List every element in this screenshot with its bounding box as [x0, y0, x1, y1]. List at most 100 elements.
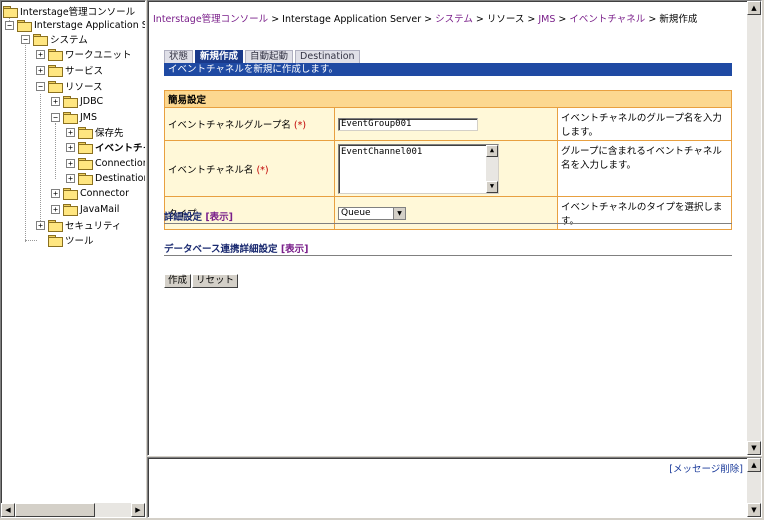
breadcrumb-separator: > [645, 14, 660, 25]
scroll-right-icon[interactable]: ▶ [131, 503, 145, 517]
group-name-hint: イベントチャネルのグループ名を入力します。 [557, 107, 732, 141]
required-mark: (*) [256, 164, 269, 176]
breadcrumb-server: Interstage Application Server [282, 14, 422, 25]
folder-icon [63, 112, 78, 124]
tree-item-label: システム [50, 35, 88, 46]
group-name-label-text: イベントチャネルグループ名 [168, 120, 291, 131]
tree-item-work-unit[interactable]: + ワークユニット [36, 47, 132, 61]
tree-item-label: Connector [80, 187, 129, 199]
db-settings-show-link[interactable]: [表示] [281, 244, 309, 255]
tree-item-console[interactable]: Interstage管理コンソール [3, 4, 135, 18]
folder-icon [78, 158, 93, 170]
tree-item-label: イベントチャネ [95, 143, 145, 154]
table-header: 簡易設定 [164, 90, 732, 108]
tree-item-jdbc[interactable]: + JDBC [51, 94, 103, 108]
expand-icon[interactable]: + [36, 220, 45, 230]
tree-guide [25, 45, 26, 242]
expand-icon[interactable]: + [66, 173, 75, 183]
breadcrumb-separator: > [421, 14, 436, 25]
group-name-cell: EventGroup001 [334, 107, 558, 141]
scroll-down-icon[interactable]: ▼ [747, 503, 761, 517]
folder-icon [78, 173, 93, 185]
channel-name-label-text: イベントチャネル名 [168, 164, 254, 176]
tree-item-javamail[interactable]: + JavaMail [51, 202, 119, 216]
expand-icon[interactable]: + [66, 127, 75, 137]
collapse-icon[interactable]: − [5, 20, 14, 30]
detail-settings-show-link[interactable]: [表示] [205, 212, 233, 223]
group-name-label: イベントチャネルグループ名 (*) [164, 107, 335, 141]
tree-item-jms[interactable]: − JMS [51, 110, 97, 124]
tree-item-service[interactable]: + サービス [36, 63, 103, 77]
scroll-down-icon[interactable]: ▼ [747, 441, 761, 455]
folder-icon [48, 235, 63, 247]
expand-icon[interactable]: + [66, 142, 75, 152]
collapse-icon[interactable]: − [51, 112, 60, 122]
tree-item-label: ConnectionFac [95, 157, 145, 169]
breadcrumb-resource: リソース [486, 14, 525, 25]
scroll-up-icon[interactable]: ▲ [747, 1, 761, 15]
collapse-icon[interactable]: − [21, 34, 30, 44]
channel-name-cell: EventChannel001 ▲ ▼ [334, 140, 558, 197]
delete-messages-link[interactable]: [メッセージ削除] [669, 461, 743, 475]
breadcrumb-current: 新規作成 [659, 14, 698, 25]
expand-icon[interactable]: + [51, 188, 60, 198]
folder-icon [78, 127, 93, 139]
breadcrumb-separator: > [555, 14, 570, 25]
detail-settings-section: 詳細設定 [表示] [164, 209, 732, 223]
tree-item-resource[interactable]: − リソース [36, 79, 103, 93]
tree-item-storage[interactable]: + 保存先 [66, 125, 124, 139]
tab-autostart[interactable]: 自動起動 [245, 50, 294, 63]
expand-icon[interactable]: + [51, 204, 60, 214]
folder-icon [48, 81, 63, 93]
create-button[interactable]: 作成 [164, 274, 192, 288]
folder-icon [33, 34, 48, 46]
tab-destination[interactable]: Destination [295, 50, 360, 63]
tree-item-connector[interactable]: + Connector [51, 186, 129, 200]
expand-icon[interactable]: + [36, 49, 45, 59]
main-vertical-scrollbar[interactable] [747, 1, 761, 455]
expand-icon[interactable]: + [51, 96, 60, 106]
tab-new[interactable]: 新規作成 [195, 50, 244, 63]
breadcrumb-system-link[interactable]: システム [435, 14, 473, 25]
tree-scroll-thumb[interactable] [15, 503, 95, 517]
tree-guide [40, 94, 41, 227]
main-content-pane: Interstage管理コンソール > Interstage Applicati… [147, 0, 762, 456]
channel-name-value: EventChannel001 [341, 146, 423, 157]
tree-item-label: Interstage管理コンソール [20, 7, 136, 18]
breadcrumb: Interstage管理コンソール > Interstage Applicati… [153, 11, 697, 25]
breadcrumb-jms-link[interactable]: JMS [538, 14, 555, 25]
tree-item-connection-factory[interactable]: + ConnectionFac [66, 156, 145, 170]
tree-item-server[interactable]: − Interstage Application Server [5, 18, 145, 32]
breadcrumb-console-link[interactable]: Interstage管理コンソール [153, 14, 268, 25]
tab-bar: 状態 新規作成 自動起動 Destination [164, 50, 360, 63]
scroll-up-icon[interactable]: ▲ [747, 458, 761, 472]
scroll-up-icon[interactable]: ▲ [486, 144, 498, 157]
collapse-icon[interactable]: − [36, 81, 45, 91]
db-settings-title: データベース連携詳細設定 [164, 244, 278, 255]
channel-name-textarea[interactable]: EventChannel001 ▲ ▼ [338, 143, 499, 194]
tree-item-label: ワークユニット [65, 50, 132, 61]
tree-item-tool[interactable]: ツール [36, 233, 94, 247]
tree-item-label: JavaMail [80, 203, 120, 215]
tree-item-system[interactable]: − システム [21, 32, 88, 46]
breadcrumb-separator: > [524, 14, 539, 25]
expand-icon[interactable]: + [36, 65, 45, 75]
breadcrumb-separator: > [268, 14, 283, 25]
reset-button[interactable]: リセット [192, 274, 239, 288]
tree-item-security[interactable]: + セキュリティ [36, 218, 121, 232]
folder-icon [48, 65, 63, 77]
breadcrumb-event-channel-link[interactable]: イベントチャネル [569, 14, 645, 25]
expand-icon[interactable]: + [66, 158, 75, 168]
group-name-input[interactable]: EventGroup001 [338, 117, 478, 131]
scroll-left-icon[interactable]: ◀ [1, 503, 15, 517]
tree-item-event-channel[interactable]: + イベントチャネ [66, 140, 145, 154]
tree-item-destination[interactable]: + Destination [66, 171, 146, 185]
divider [164, 255, 732, 256]
folder-icon [3, 6, 18, 18]
tree-item-label: Destination [95, 172, 146, 184]
tab-status[interactable]: 状態 [164, 50, 194, 63]
scroll-down-icon[interactable]: ▼ [486, 180, 498, 193]
folder-icon [63, 188, 78, 200]
db-settings-section: データベース連携詳細設定 [表示] [164, 241, 732, 255]
tree-item-label: ツール [65, 236, 94, 247]
